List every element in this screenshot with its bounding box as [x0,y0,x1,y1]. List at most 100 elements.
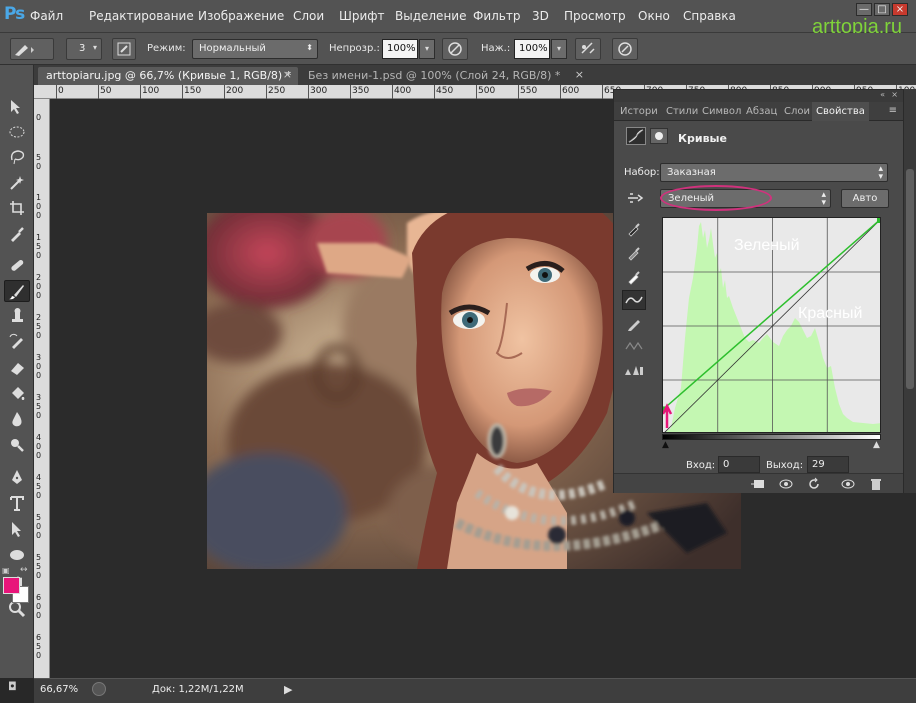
output-field[interactable]: 29 [807,456,849,473]
panel-menu-icon[interactable]: ≡ [889,105,897,116]
ruler-tick [560,85,561,99]
opacity-dropdown[interactable]: ▾ [419,39,435,59]
menu-layer[interactable]: Слои [293,9,324,23]
move-tool[interactable] [4,95,30,117]
white-slider-icon[interactable]: ▲ [873,440,880,450]
close-icon[interactable]: × [283,68,292,81]
menu-file[interactable]: Файл [30,9,63,23]
shape-tool[interactable] [4,544,30,566]
menu-bar: Ps Файл Редактирование Изображение Слои … [0,0,916,38]
eyedropper-icon [11,227,24,242]
stamp-tool[interactable] [4,305,30,327]
targeted-adjustment-icon[interactable] [624,190,646,209]
preset-select[interactable]: Заказная ▴ ▾ [660,163,888,182]
close-icon[interactable]: × [575,68,584,81]
eraser-tool[interactable] [4,357,30,379]
zoom-level[interactable]: 66,67% [40,684,78,695]
mode-select[interactable]: Нормальный ⬍ [192,39,318,59]
curve-point-tool[interactable] [622,290,646,310]
panel-scrollbar[interactable] [904,89,916,493]
tab-properties[interactable]: Свойства [812,102,869,121]
status-info-icon[interactable] [92,682,106,696]
healing-tool[interactable] [4,254,30,276]
brush-panel-button[interactable] [112,38,136,60]
pen-tool[interactable] [4,466,30,488]
pressure-size-icon [618,42,632,56]
gray-point-eyedropper[interactable] [622,243,646,263]
type-tool[interactable] [4,492,30,514]
close-button[interactable]: × [892,3,908,16]
airbrush-button[interactable] [575,38,601,60]
smooth-curve-button[interactable] [622,336,646,356]
tab-untitled[interactable]: Без имени-1.psd @ 100% (Слой 24, RGB/8) … [300,67,590,85]
swap-colors-icon[interactable]: ↔ [20,565,28,575]
tab-paragraph[interactable]: Абзац [746,106,777,117]
menu-edit[interactable]: Редактирование [89,9,194,23]
brush-tool[interactable] [4,280,30,302]
collapse-icon[interactable]: « [880,90,885,99]
view-previous-icon[interactable] [778,477,794,491]
tab-styles[interactable]: Стили [666,106,698,117]
quick-mask-icon[interactable]: ◘ [8,680,17,693]
brush-size: 3 [79,43,86,54]
brush-size-picker[interactable]: 3 ▾ [66,38,102,60]
marquee-tool[interactable] [4,121,30,143]
close-panel-icon[interactable]: × [891,90,898,99]
clipping-warning-button[interactable] [622,360,646,380]
pen-icon [12,470,22,484]
curves-adjustment-icon[interactable] [626,127,646,145]
foreground-color-swatch[interactable] [3,577,20,594]
tab-arttopiaru[interactable]: arttopiaru.jpg @ 66,7% (Кривые 1, RGB/8)… [38,67,298,85]
menu-filter[interactable]: Фильтр [473,9,520,23]
blur-tool[interactable] [4,408,30,430]
flow-dropdown[interactable]: ▾ [551,39,567,59]
pressure-opacity-button[interactable] [442,38,468,60]
black-slider-icon[interactable]: ▲ [662,440,669,450]
crop-tool[interactable] [4,197,30,219]
tab-layers[interactable]: Слои [784,106,810,117]
ruler-tick [182,85,183,99]
menu-view[interactable]: Просмотр [564,9,626,23]
history-brush-tool[interactable] [4,331,30,353]
default-colors-icon[interactable]: ▣ [2,566,10,575]
maximize-button[interactable]: □ [874,3,890,16]
ruler-label: 50 [100,86,112,96]
menu-type[interactable]: Шрифт [339,9,385,23]
opacity-input[interactable]: 100% [382,39,418,59]
ruler-label: 150 [36,233,42,260]
visibility-icon[interactable] [840,477,856,491]
auto-button[interactable]: Авто [841,189,889,208]
clip-to-layer-icon[interactable] [750,477,766,491]
tab-character[interactable]: Символ [702,106,741,117]
tab-history[interactable]: Истори [620,106,658,117]
path-select-tool[interactable] [4,518,30,540]
ruler-label: 100 [36,193,42,220]
curve-point-1[interactable] [877,218,881,223]
menu-3d[interactable]: 3D [532,9,549,23]
reset-icon[interactable] [806,477,822,491]
menu-image[interactable]: Изображение [198,9,284,23]
status-menu-arrow-icon[interactable]: ▶ [284,683,292,696]
menu-select[interactable]: Выделение [395,9,466,23]
pressure-size-button[interactable] [612,38,638,60]
menu-window[interactable]: Окно [638,9,670,23]
scroll-thumb[interactable] [906,169,914,389]
flow-input[interactable]: 100% [514,39,550,59]
eyedropper-tool[interactable] [4,223,30,245]
dodge-tool[interactable] [4,434,30,456]
layer-mask-icon[interactable] [650,128,668,144]
black-point-eyedropper[interactable] [622,219,646,239]
tool-preset-picker[interactable] [10,38,54,60]
trash-icon[interactable] [868,477,884,491]
white-point-eyedropper[interactable] [622,267,646,287]
magic-wand-tool[interactable] [4,172,30,194]
input-field[interactable]: 0 [718,456,760,473]
minimize-button[interactable]: — [856,3,872,16]
bucket-tool[interactable] [4,383,30,405]
menu-help[interactable]: Справка [683,9,736,23]
panel-title: Кривые [678,132,727,145]
updown-arrow-icon: ▴ ▾ [821,190,826,208]
ruler-tick [350,85,351,99]
pencil-curve-tool[interactable] [622,314,646,334]
lasso-tool[interactable] [4,146,30,168]
